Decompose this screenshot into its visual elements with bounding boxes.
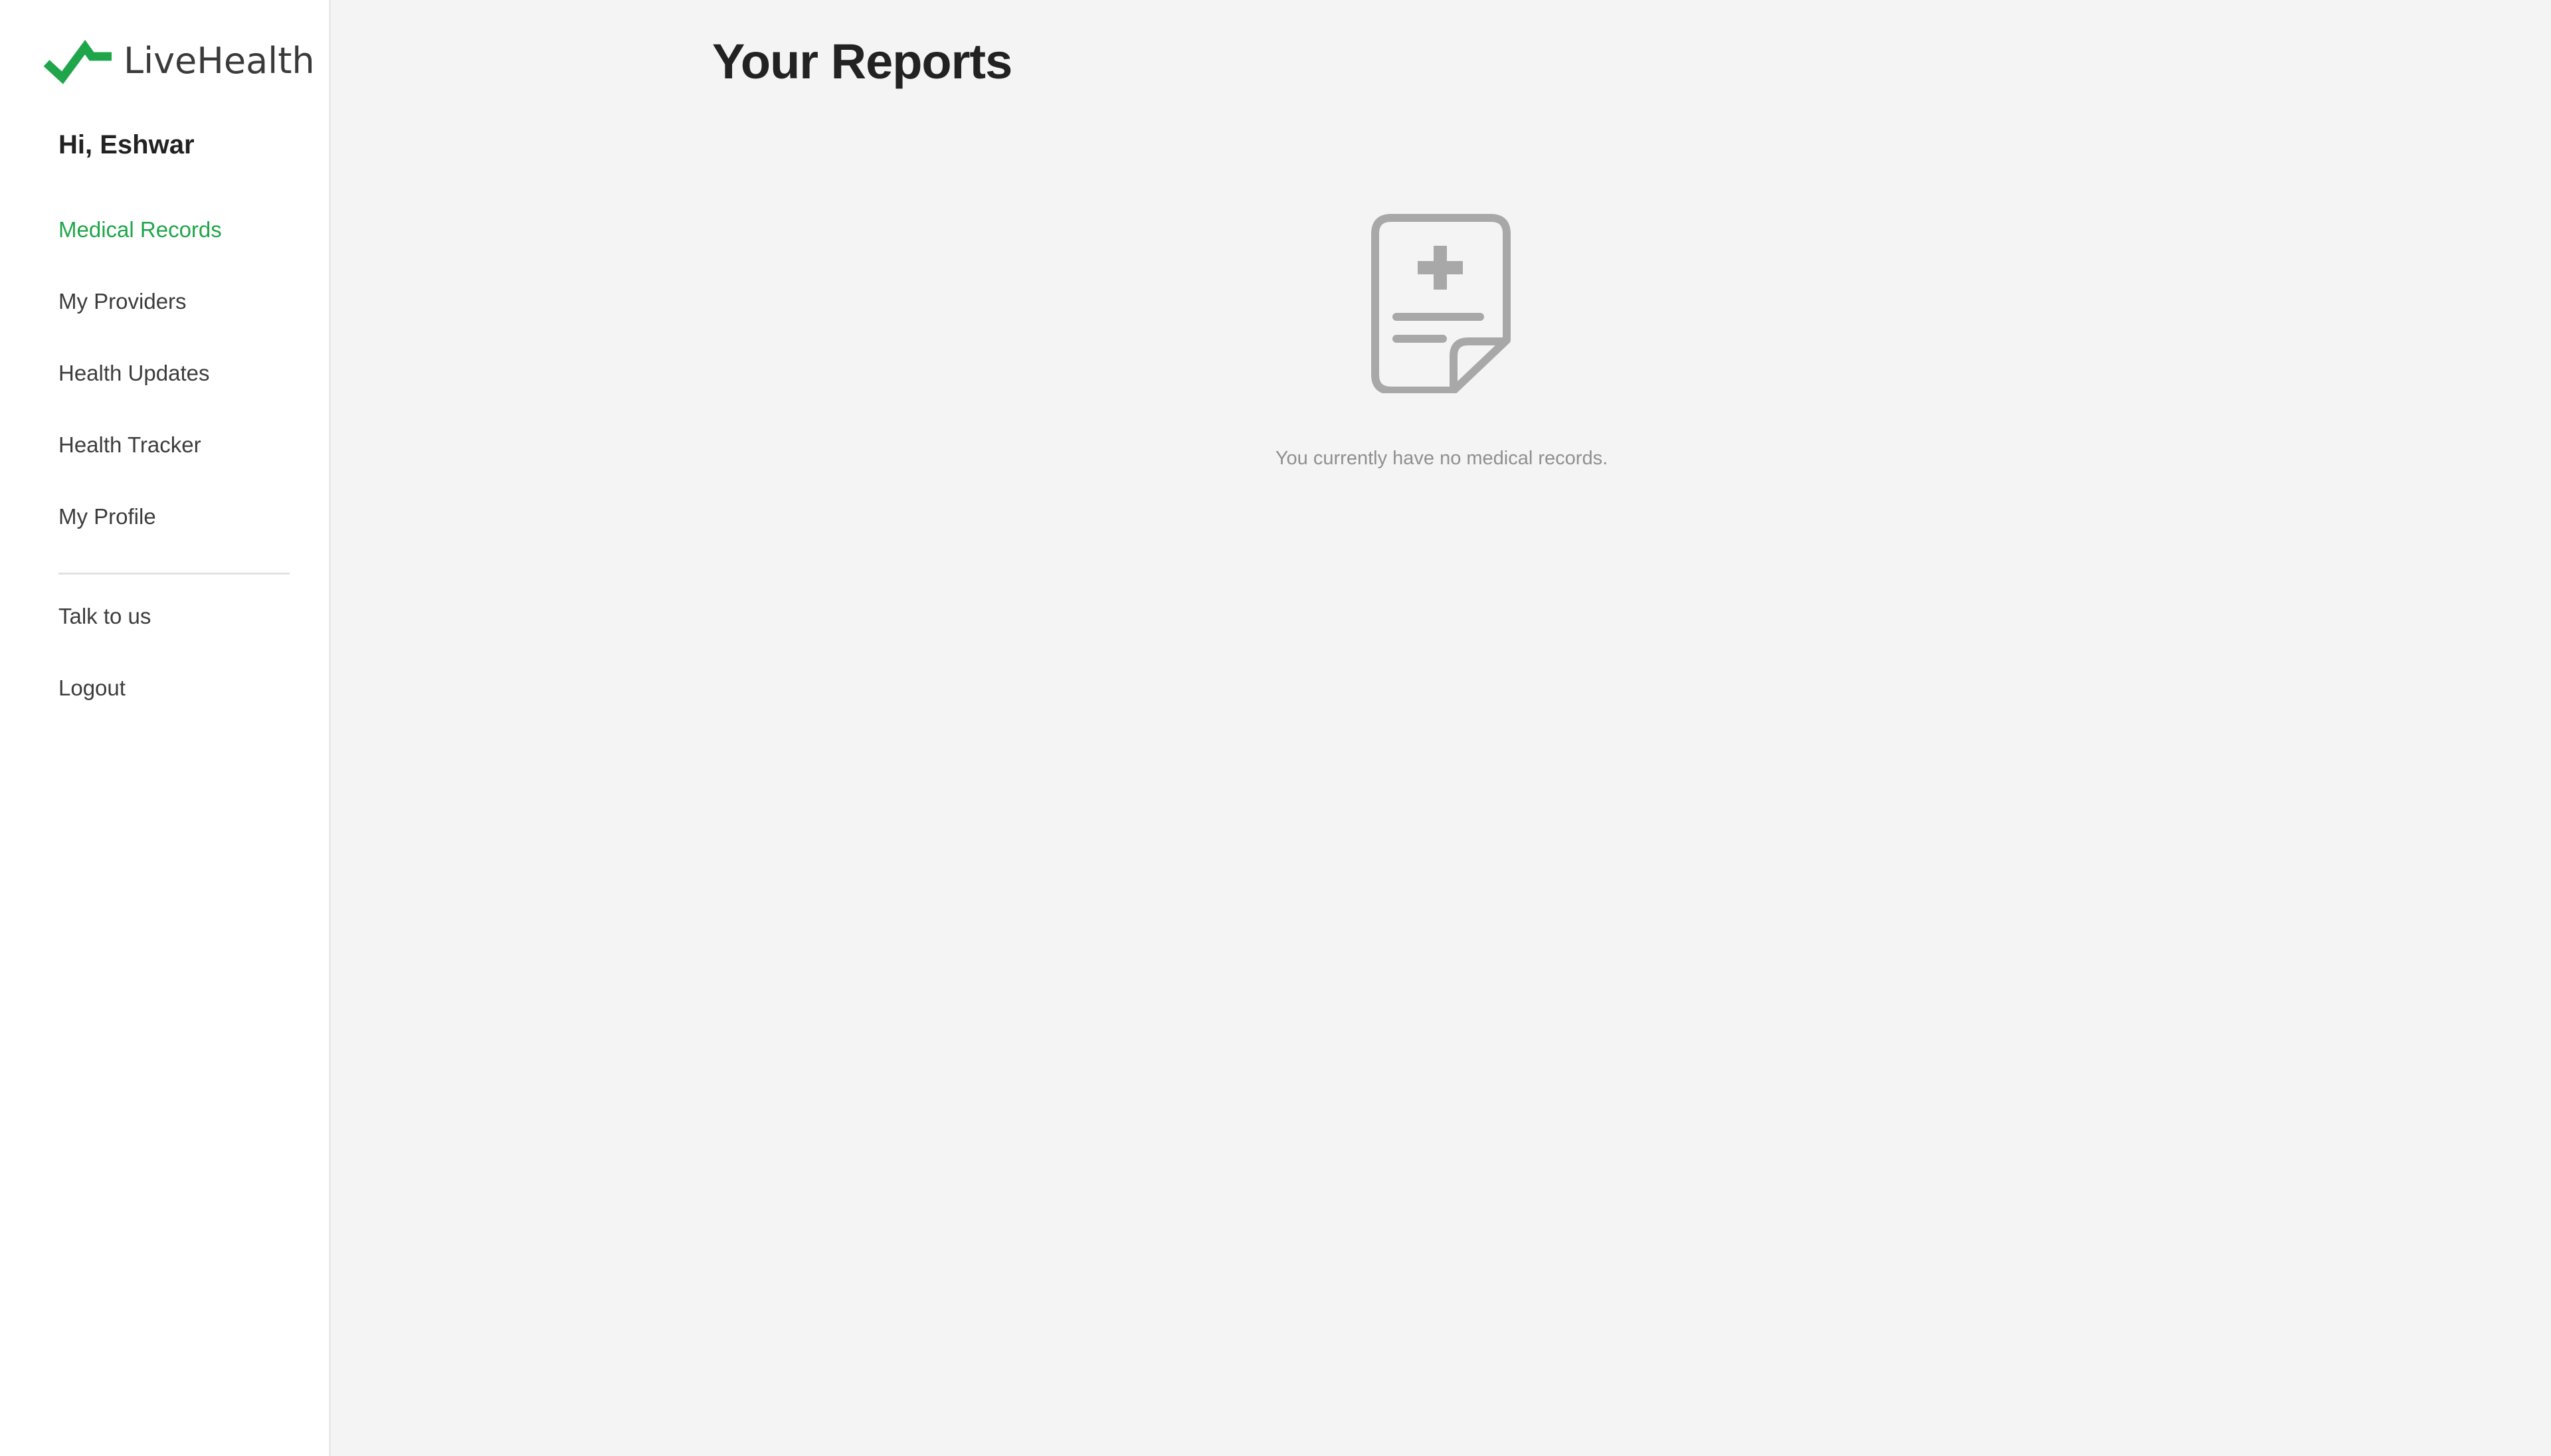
- brand-name: LiveHealth: [124, 40, 315, 82]
- sidebar-secondary-nav: Talk to us Logout: [58, 598, 151, 741]
- sidebar-item-logout[interactable]: Logout: [58, 670, 151, 741]
- sidebar-item-medical-records[interactable]: Medical Records: [58, 211, 222, 283]
- medical-document-icon: [1371, 214, 1511, 397]
- page-title: Your Reports: [712, 34, 1012, 89]
- check-mark-logo-icon: [43, 39, 112, 84]
- sidebar-item-talk-to-us[interactable]: Talk to us: [58, 598, 151, 670]
- sidebar-item-health-updates[interactable]: Health Updates: [58, 355, 222, 426]
- sidebar-nav: Medical Records My Providers Health Upda…: [58, 211, 222, 570]
- sidebar-divider: [58, 573, 290, 575]
- app-window: LiveHealth Hi, Eshwar Medical Records My…: [0, 0, 2551, 1456]
- brand-logo[interactable]: LiveHealth: [43, 35, 315, 88]
- user-greeting: Hi, Eshwar: [58, 130, 195, 159]
- sidebar: LiveHealth Hi, Eshwar Medical Records My…: [0, 0, 331, 1456]
- sidebar-item-my-profile[interactable]: My Profile: [58, 498, 222, 570]
- sidebar-item-my-providers[interactable]: My Providers: [58, 283, 222, 355]
- empty-state-message: You currently have no medical records.: [1275, 448, 1608, 469]
